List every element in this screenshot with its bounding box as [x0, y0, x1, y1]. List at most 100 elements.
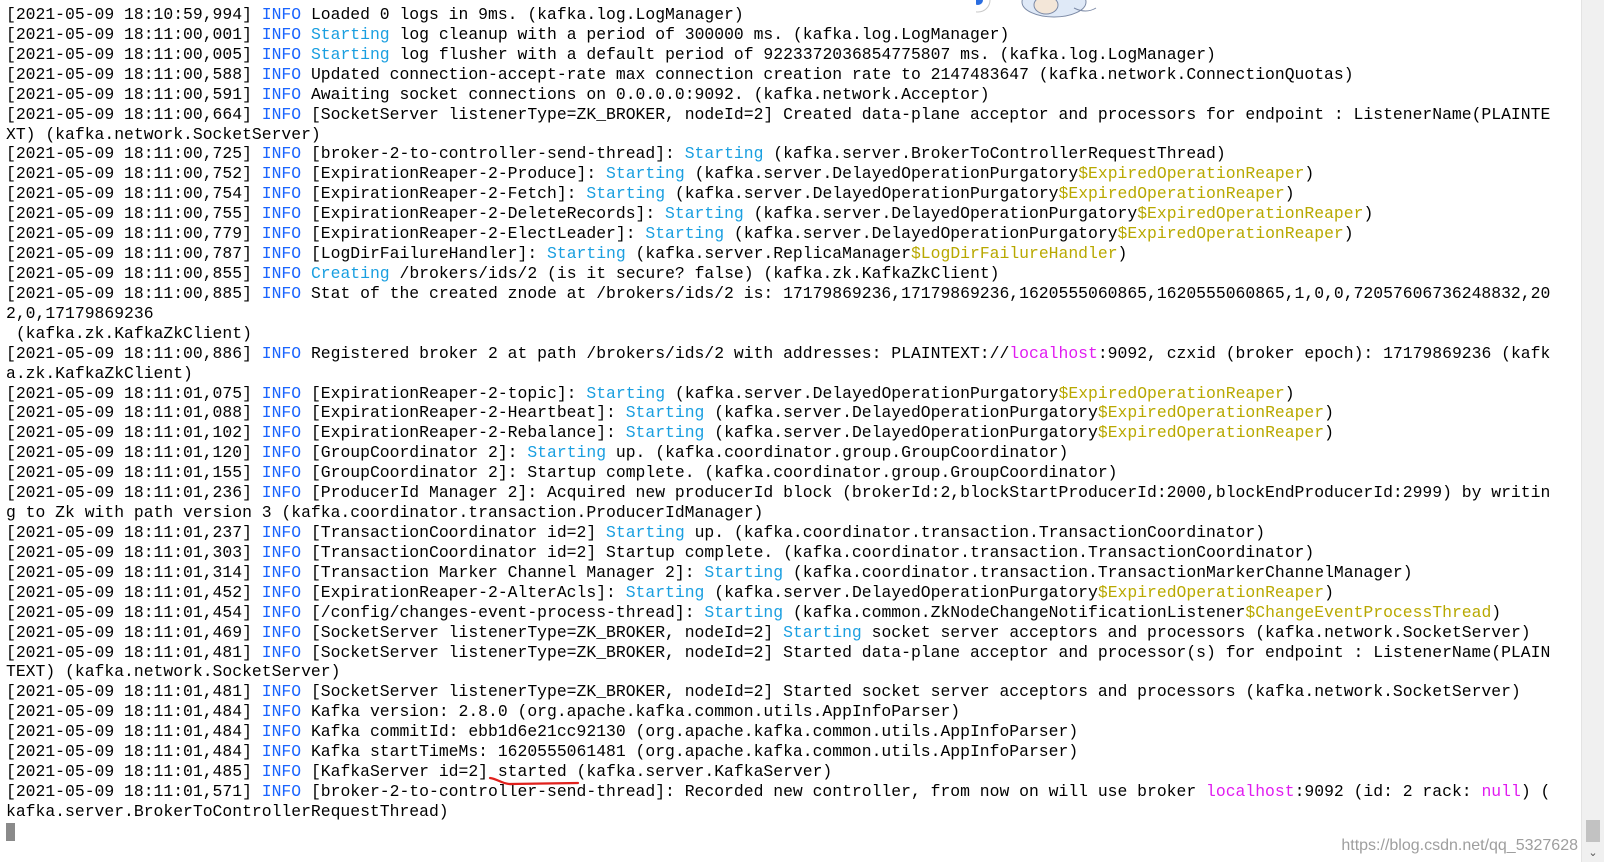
log-text: $ExpiredOperationReaper — [1097, 423, 1325, 443]
log-text: [2021-05-09 18:11:01,075] — [6, 383, 262, 403]
log-line: [2021-05-09 18:11:00,855] INFO Creating … — [6, 264, 1578, 284]
log-text: socket server acceptors and processors (… — [861, 622, 1531, 642]
log-text: Starting — [606, 164, 685, 184]
log-text: Starting — [310, 44, 390, 64]
log-text: [2021-05-09 18:11:00,664] — [6, 104, 262, 124]
log-line: [2021-05-09 18:11:00,754] INFO [Expirati… — [6, 184, 1578, 204]
log-line: [2021-05-09 18:11:01,075] INFO [Expirati… — [6, 384, 1578, 404]
log-text: ) — [1304, 164, 1315, 184]
log-text: Registered broker 2 at path /brokers/ids… — [301, 343, 1010, 363]
log-line: [2021-05-09 18:11:00,779] INFO [Expirati… — [6, 224, 1578, 244]
log-text: [GroupCoordinator 2]: — [301, 443, 528, 463]
log-text: XT) (kafka.network.SocketServer) — [6, 124, 321, 144]
log-text: ) — [1324, 582, 1334, 602]
log-text: INFO — [261, 682, 302, 702]
log-line: g to Zk with path version 3 (kafka.coord… — [6, 503, 1578, 523]
log-text: [2021-05-09 18:11:01,237] — [6, 522, 262, 542]
log-text: INFO — [261, 144, 302, 164]
log-text: Kafka commitId: ebb1d6e21cc92130 (org.ap… — [301, 722, 1079, 742]
log-text: INFO — [261, 244, 302, 264]
log-text: [2021-05-09 18:11:01,484] — [6, 702, 262, 722]
log-text: [2021-05-09 18:11:00,855] — [6, 263, 262, 283]
log-text: $LogDirFailureHandler — [910, 244, 1118, 264]
log-line: [2021-05-09 18:11:01,469] INFO [SocketSe… — [6, 623, 1578, 643]
log-text: ) — [1324, 403, 1334, 423]
log-line: [2021-05-09 18:11:01,485] INFO [KafkaSer… — [6, 762, 1578, 782]
log-text: INFO — [261, 602, 302, 622]
log-line: [2021-05-09 18:11:00,591] INFO Awaiting … — [6, 85, 1578, 105]
log-line: [2021-05-09 18:11:01,454] INFO [/config/… — [6, 603, 1578, 623]
log-text: (kafka.server.DelayedOperationPurgatory — [684, 164, 1079, 184]
log-text: INFO — [261, 702, 302, 722]
log-text: [2021-05-09 18:11:01,571] — [6, 781, 262, 801]
log-line: [2021-05-09 18:11:01,155] INFO [GroupCoo… — [6, 463, 1578, 483]
log-text: Starting — [310, 24, 390, 44]
log-text: (kafka.server.DelayedOperationPurgatory — [665, 383, 1059, 403]
log-text: [2021-05-09 18:11:01,102] — [6, 423, 262, 443]
log-text: kafka.server.BrokerToControllerRequestTh… — [6, 801, 449, 821]
log-text: [ExpirationReaper-2-Fetch]: — [301, 184, 587, 204]
log-text: INFO — [261, 562, 302, 582]
log-text: [ExpirationReaper-2-ElectLeader]: — [301, 224, 646, 244]
log-text: [2021-05-09 18:11:00,005] — [6, 44, 262, 64]
log-text: INFO — [261, 622, 302, 642]
log-line: [2021-05-09 18:11:01,484] INFO Kafka ver… — [6, 702, 1578, 722]
vertical-scrollbar[interactable]: ⌄ — [1581, 0, 1604, 862]
log-text: $ExpiredOperationReaper — [1097, 403, 1325, 423]
log-line: [2021-05-09 18:11:01,314] INFO [Transact… — [6, 563, 1578, 583]
log-text: [ExpirationReaper-2-topic]: — [301, 383, 587, 403]
log-line: [2021-05-09 18:11:01,120] INFO [GroupCoo… — [6, 443, 1578, 463]
log-text: ) — [1343, 224, 1354, 244]
log-text: localhost — [1206, 781, 1295, 801]
log-text: [SocketServer listenerType=ZK_BROKER, no… — [301, 682, 1521, 702]
log-text: [ExpirationReaper-2-Heartbeat]: — [301, 403, 626, 423]
log-text: (kafka.common.ZkNodeChangeNotificationLi… — [783, 602, 1246, 622]
log-text: ) ( — [1520, 781, 1551, 801]
terminal-window[interactable]: [2021-05-09 18:10:59,994] INFO Loaded 0 … — [0, 0, 1580, 862]
log-line: [2021-05-09 18:11:01,303] INFO [Transact… — [6, 543, 1578, 563]
chevron-down-icon[interactable]: ⌄ — [1585, 846, 1601, 860]
log-line: [2021-05-09 18:11:00,752] INFO [Expirati… — [6, 164, 1578, 184]
scrollbar-thumb[interactable] — [1586, 820, 1600, 842]
log-text: [2021-05-09 18:11:01,485] — [6, 762, 262, 782]
log-line: [2021-05-09 18:11:00,588] INFO Updated c… — [6, 65, 1578, 85]
log-text: [ExpirationReaper-2-Rebalance]: — [301, 423, 626, 443]
log-text: (kafka.server.DelayedOperationPurgatory — [704, 423, 1098, 443]
log-text: (kafka.server.DelayedOperationPurgatory — [724, 224, 1118, 244]
log-text: [2021-05-09 18:11:01,454] — [6, 602, 262, 622]
log-text: Creating — [310, 263, 390, 283]
log-text: $ChangeEventProcessThread — [1245, 602, 1492, 622]
log-text: INFO — [261, 84, 302, 104]
log-text: Starting — [665, 204, 744, 224]
log-text: [2021-05-09 18:11:00,588] — [6, 64, 262, 84]
log-text: (kafka.server.BrokerToControllerRequestT… — [763, 144, 1226, 164]
log-text: INFO — [261, 343, 302, 363]
log-text: [2021-05-09 18:11:01,120] — [6, 443, 262, 463]
log-line: [2021-05-09 18:11:01,237] INFO [Transact… — [6, 523, 1578, 543]
log-text: [2021-05-09 18:11:00,725] — [6, 144, 262, 164]
log-text: Stat of the created znode at /brokers/id… — [301, 283, 1551, 303]
log-text: Kafka version: 2.8.0 (org.apache.kafka.c… — [301, 702, 961, 722]
log-text: INFO — [261, 263, 302, 283]
log-text: INFO — [261, 383, 302, 403]
log-text: ) — [1324, 423, 1334, 443]
log-text: (kafka.server.DelayedOperationPurgatory — [704, 403, 1098, 423]
log-text: Awaiting socket connections on 0.0.0.0:9… — [301, 84, 990, 104]
log-text: [2021-05-09 18:11:00,591] — [6, 84, 262, 104]
log-text: INFO — [261, 722, 302, 742]
log-text: INFO — [261, 104, 302, 124]
log-line: [2021-05-09 18:11:00,755] INFO [Expirati… — [6, 204, 1578, 224]
log-text: [TransactionCoordinator id=2] — [301, 522, 607, 542]
log-text: [broker-2-to-controller-send-thread]: Re… — [301, 781, 1207, 801]
log-line: [2021-05-09 18:11:01,484] INFO Kafka sta… — [6, 742, 1578, 762]
log-text: ) — [1284, 184, 1295, 204]
log-text: null — [1481, 781, 1521, 801]
log-text: $ExpiredOperationReaper — [1078, 164, 1305, 184]
log-text: Starting — [783, 622, 862, 642]
log-text: :9092 (id: 2 rack: — [1294, 781, 1482, 801]
log-line: [2021-05-09 18:11:01,481] INFO [SocketSe… — [6, 643, 1578, 663]
log-text: ) — [1491, 602, 1502, 622]
log-text: localhost — [1009, 343, 1098, 363]
log-text: $ExpiredOperationReaper — [1137, 204, 1364, 224]
log-text: 2,0,17179869236 — [6, 303, 154, 323]
